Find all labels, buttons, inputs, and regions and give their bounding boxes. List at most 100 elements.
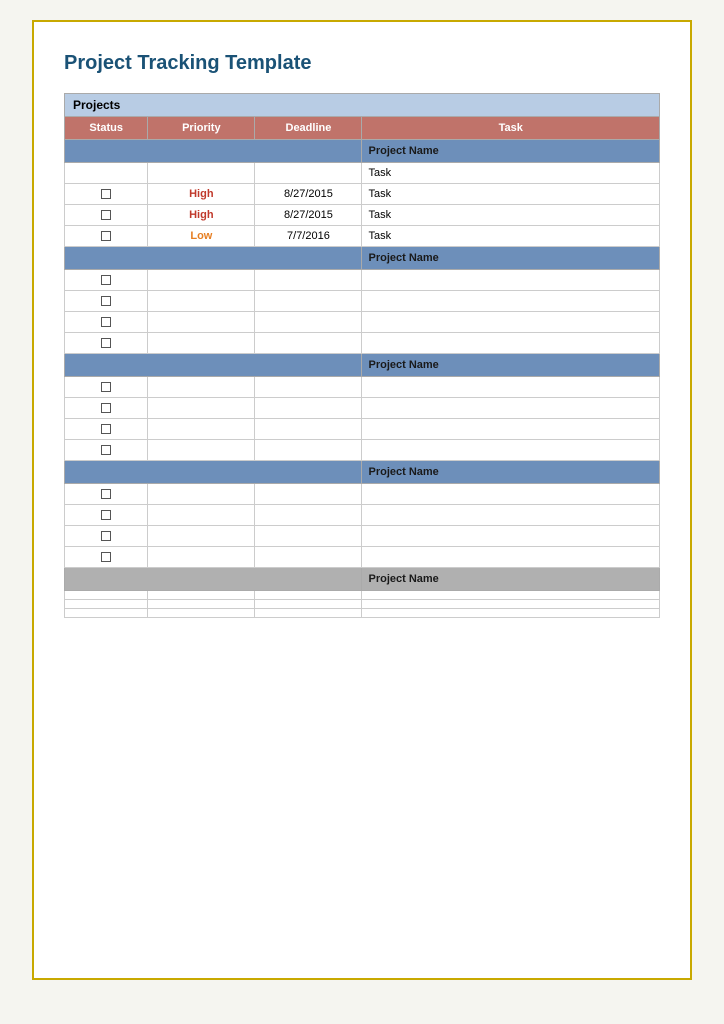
col-header-status: Status — [65, 117, 148, 140]
status-cell-0-0 — [65, 163, 148, 184]
project-name-label-2 — [65, 354, 362, 377]
project-name-row-3: Project Name — [65, 461, 660, 484]
deadline-cell-1-2 — [255, 312, 362, 333]
table-row: High 8/27/2015Task — [65, 205, 660, 226]
checkbox[interactable] — [101, 210, 111, 220]
status-cell-4-2 — [65, 609, 148, 618]
table-row: High8/27/2015Task — [65, 184, 660, 205]
deadline-cell-0-2: 8/27/2015 — [255, 205, 362, 226]
checkbox[interactable] — [101, 189, 111, 199]
deadline-cell-2-1 — [255, 398, 362, 419]
deadline-cell-4-1 — [255, 600, 362, 609]
deadline-cell-2-0 — [255, 377, 362, 398]
checkbox[interactable] — [101, 489, 111, 499]
project-name-row-0: Project Name — [65, 140, 660, 163]
col-header-priority: Priority — [148, 117, 255, 140]
status-cell-0-1 — [65, 184, 148, 205]
task-cell-4-2 — [362, 609, 660, 618]
priority-cell-3-0 — [148, 484, 255, 505]
status-cell-1-2 — [65, 312, 148, 333]
task-cell-4-0 — [362, 591, 660, 600]
deadline-cell-3-1 — [255, 505, 362, 526]
task-cell-4-1 — [362, 600, 660, 609]
priority-cell-0-3: Low — [148, 226, 255, 247]
deadline-cell-3-2 — [255, 526, 362, 547]
checkbox[interactable] — [101, 382, 111, 392]
checkbox[interactable] — [101, 552, 111, 562]
task-cell-0-2: Task — [362, 205, 660, 226]
project-name-row-1: Project Name — [65, 247, 660, 270]
project-name-row-2: Project Name — [65, 354, 660, 377]
status-cell-4-0 — [65, 591, 148, 600]
priority-cell-4-2 — [148, 609, 255, 618]
table-row: Low7/7/2016Task — [65, 226, 660, 247]
project-name-task-2: Project Name — [362, 354, 660, 377]
checkbox[interactable] — [101, 231, 111, 241]
status-cell-3-2 — [65, 526, 148, 547]
checkbox[interactable] — [101, 445, 111, 455]
table-row — [65, 377, 660, 398]
checkbox[interactable] — [101, 275, 111, 285]
checkbox[interactable] — [101, 296, 111, 306]
task-cell-1-2 — [362, 312, 660, 333]
checkbox[interactable] — [101, 338, 111, 348]
deadline-cell-3-0 — [255, 484, 362, 505]
status-cell-3-1 — [65, 505, 148, 526]
priority-cell-3-3 — [148, 547, 255, 568]
task-cell-2-3 — [362, 440, 660, 461]
status-cell-2-2 — [65, 419, 148, 440]
status-cell-2-0 — [65, 377, 148, 398]
table-row — [65, 312, 660, 333]
task-cell-1-3 — [362, 333, 660, 354]
priority-value-0-1: High — [189, 188, 213, 200]
project-name-row-4: Project Name — [65, 568, 660, 591]
table-row: Task — [65, 163, 660, 184]
project-name-task-4: Project Name — [362, 568, 660, 591]
status-cell-4-1 — [65, 600, 148, 609]
task-cell-0-1: Task — [362, 184, 660, 205]
priority-cell-2-2 — [148, 419, 255, 440]
priority-cell-0-2: High — [148, 205, 255, 226]
status-cell-3-0 — [65, 484, 148, 505]
project-name-label-4 — [65, 568, 362, 591]
priority-value-0-2: High — [189, 209, 213, 221]
project-name-task-1: Project Name — [362, 247, 660, 270]
col-header-deadline: Deadline — [255, 117, 362, 140]
priority-cell-1-3 — [148, 333, 255, 354]
status-cell-1-3 — [65, 333, 148, 354]
project-name-task-3: Project Name — [362, 461, 660, 484]
page: Project Tracking Template Projects Statu… — [32, 20, 692, 980]
col-header-task: Task — [362, 117, 660, 140]
deadline-cell-2-3 — [255, 440, 362, 461]
table-row — [65, 600, 660, 609]
deadline-cell-1-0 — [255, 270, 362, 291]
deadline-cell-0-0 — [255, 163, 362, 184]
project-name-label-0 — [65, 140, 362, 163]
checkbox[interactable] — [101, 424, 111, 434]
task-cell-3-2 — [362, 526, 660, 547]
status-cell-3-3 — [65, 547, 148, 568]
priority-cell-1-1 — [148, 291, 255, 312]
deadline-cell-3-3 — [255, 547, 362, 568]
task-cell-2-2 — [362, 419, 660, 440]
column-header-row: Status Priority Deadline Task — [65, 117, 660, 140]
table-row — [65, 291, 660, 312]
checkbox[interactable] — [101, 317, 111, 327]
table-row — [65, 419, 660, 440]
checkbox[interactable] — [101, 510, 111, 520]
table-row — [65, 547, 660, 568]
priority-value-0-3: Low — [190, 230, 212, 242]
checkbox[interactable] — [101, 403, 111, 413]
task-cell-3-0 — [362, 484, 660, 505]
task-cell-1-0 — [362, 270, 660, 291]
deadline-cell-4-2 — [255, 609, 362, 618]
checkbox[interactable] — [101, 531, 111, 541]
project-name-label-1 — [65, 247, 362, 270]
priority-cell-3-1 — [148, 505, 255, 526]
project-name-task-0: Project Name — [362, 140, 660, 163]
priority-cell-2-3 — [148, 440, 255, 461]
table-row — [65, 505, 660, 526]
deadline-cell-4-0 — [255, 591, 362, 600]
table-row — [65, 591, 660, 600]
priority-cell-4-1 — [148, 600, 255, 609]
